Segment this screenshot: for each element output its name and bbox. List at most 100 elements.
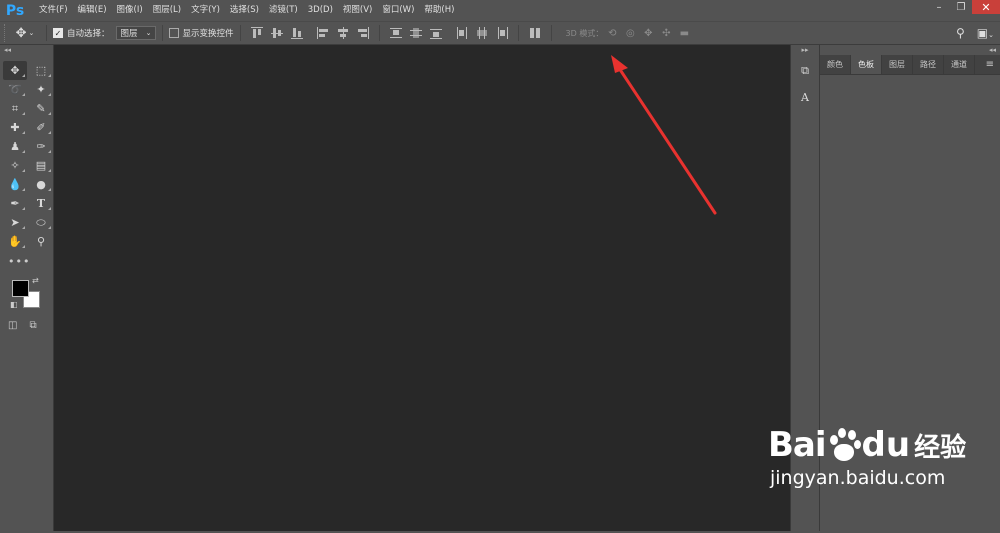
distribute-top-icon[interactable]: [389, 27, 402, 39]
distribute-bottom-icon[interactable]: [429, 27, 442, 39]
panel-tabs: 颜色 色板 图层 路径 通道 ≡: [820, 55, 1000, 75]
screen-mode-icon[interactable]: ⧉: [29, 320, 36, 331]
hand-tool-icon[interactable]: ✋: [3, 232, 27, 251]
tools-panel: ◂◂ ✥ ⬚ ➰ ✦ ⌗ ✎ ✚ ✐ ♟ ✑ ✧ ▤ 💧 ● ✒ T ➤ ⬭ ✋…: [0, 45, 54, 531]
eraser-tool-icon[interactable]: ✧: [3, 156, 27, 175]
character-panel-icon[interactable]: A: [794, 87, 816, 107]
watermark-logo: Bai du 经验: [768, 425, 998, 465]
3d-pan-icon[interactable]: ✥: [641, 26, 655, 40]
window-controls: – ❐ ✕: [928, 0, 1000, 14]
show-transform-checkbox[interactable]: [168, 28, 179, 38]
properties-panel-icon[interactable]: ⧉: [794, 61, 816, 81]
3d-camera-icon[interactable]: ▬: [677, 26, 691, 40]
lasso-tool-icon[interactable]: ➰: [3, 80, 27, 99]
quick-mask-icon[interactable]: ◫: [8, 320, 17, 331]
search-icon[interactable]: ⚲: [956, 26, 965, 40]
tab-channels[interactable]: 通道: [944, 55, 975, 74]
menu-file[interactable]: 文件(F): [34, 0, 73, 21]
menu-view[interactable]: 视图(V): [338, 0, 377, 21]
auto-select-label: 自动选择：: [67, 29, 110, 39]
tab-color[interactable]: 颜色: [820, 55, 851, 74]
zoom-tool-icon[interactable]: ⚲: [29, 232, 53, 251]
menu-layer[interactable]: 图层(L): [148, 0, 186, 21]
3d-orbit-icon[interactable]: ⟲: [605, 26, 619, 40]
foreground-color-swatch[interactable]: [12, 280, 29, 297]
blur-tool-icon[interactable]: 💧: [3, 175, 27, 194]
watermark-brand-a: Bai: [768, 425, 827, 465]
menu-window[interactable]: 窗口(W): [377, 0, 419, 21]
3d-roll-icon[interactable]: ◎: [623, 26, 637, 40]
menu-items: 文件(F) 编辑(E) 图像(I) 图层(L) 文字(Y) 选择(S) 滤镜(T…: [34, 0, 459, 21]
tab-layers[interactable]: 图层: [882, 55, 913, 74]
brush-tool-icon[interactable]: ✐: [29, 118, 53, 137]
divider: [517, 25, 519, 41]
menu-edit[interactable]: 编辑(E): [73, 0, 112, 21]
options-bar: ✥ ⌄ ✓ 自动选择： 图层 ⌄ 显示变换控件 3D 模式： ⟲ ◎ ✥ ✣ ▬…: [0, 21, 1000, 45]
menu-select[interactable]: 选择(S): [225, 0, 264, 21]
watermark-brand-cn: 经验: [914, 432, 967, 463]
gradient-tool-icon[interactable]: ▤: [29, 156, 53, 175]
options-right: ⚲ ▣⌄: [956, 22, 994, 44]
eyedropper-tool-icon[interactable]: ✎: [29, 99, 53, 118]
color-swatches: ⇄ ◧: [10, 276, 46, 312]
distribute-right-icon[interactable]: [496, 27, 508, 39]
menu-type[interactable]: 文字(Y): [186, 0, 225, 21]
magic-wand-tool-icon[interactable]: ✦: [29, 80, 53, 99]
divider: [239, 25, 241, 41]
baidu-paw-icon: [827, 427, 861, 463]
default-colors-icon[interactable]: ◧: [10, 300, 18, 309]
tool-grid: ✥ ⬚ ➰ ✦ ⌗ ✎ ✚ ✐ ♟ ✑ ✧ ▤ 💧 ● ✒ T ➤ ⬭ ✋ ⚲: [0, 61, 53, 251]
workspace-icon[interactable]: ▣⌄: [977, 26, 994, 40]
align-vcenter-icon[interactable]: [270, 27, 283, 39]
menu-filter[interactable]: 滤镜(T): [264, 0, 303, 21]
menu-3d[interactable]: 3D(D): [303, 0, 338, 21]
dodge-tool-icon[interactable]: ●: [29, 175, 53, 194]
baidu-watermark: Bai du 经验 jingyan.baidu.com: [768, 425, 998, 525]
type-tool-icon[interactable]: T: [29, 194, 53, 213]
restore-button[interactable]: ❐: [950, 0, 972, 14]
move-tool-preset-icon[interactable]: ✥ ⌄: [10, 26, 40, 41]
minimize-button[interactable]: –: [928, 0, 950, 14]
collapse-strip-icon[interactable]: ▸▸: [791, 45, 819, 55]
collapse-panel-icon[interactable]: ◂◂: [820, 45, 1000, 55]
align-right-icon[interactable]: [357, 27, 369, 39]
crop-tool-icon[interactable]: ⌗: [3, 99, 27, 118]
path-selection-tool-icon[interactable]: ➤: [3, 213, 27, 232]
ellipse-tool-icon[interactable]: ⬭: [29, 213, 53, 232]
mode-buttons: ◫ ⧉: [8, 320, 53, 331]
watermark-url: jingyan.baidu.com: [770, 467, 946, 489]
more-tools-icon[interactable]: •••: [0, 255, 53, 268]
tab-swatches[interactable]: 色板: [851, 55, 882, 74]
auto-align-icon[interactable]: [529, 27, 541, 39]
annotation-arrow: [611, 55, 717, 215]
pen-tool-icon[interactable]: ✒: [3, 194, 27, 213]
move-tool-icon[interactable]: ✥: [3, 61, 27, 80]
3d-slide-icon[interactable]: ✣: [659, 26, 673, 40]
collapse-toolbar-icon[interactable]: ◂◂: [0, 45, 53, 55]
menu-bar: Ps 文件(F) 编辑(E) 图像(I) 图层(L) 文字(Y) 选择(S) 滤…: [0, 0, 1000, 21]
distribute-vcenter-icon[interactable]: [409, 27, 422, 39]
divider: [161, 25, 163, 41]
divider: [550, 25, 552, 41]
align-bottom-icon[interactable]: [290, 27, 303, 39]
panel-menu-icon[interactable]: ≡: [986, 55, 1000, 74]
document-area[interactable]: [54, 45, 790, 531]
align-left-icon[interactable]: [316, 27, 329, 39]
auto-select-dropdown[interactable]: 图层 ⌄: [115, 26, 156, 40]
distribute-left-icon[interactable]: [456, 27, 468, 39]
tab-paths[interactable]: 路径: [913, 55, 944, 74]
align-top-icon[interactable]: [250, 27, 263, 39]
distribute-hcenter-icon[interactable]: [476, 27, 488, 39]
marquee-tool-icon[interactable]: ⬚: [29, 61, 53, 80]
healing-brush-tool-icon[interactable]: ✚: [3, 118, 27, 137]
close-button[interactable]: ✕: [972, 0, 1000, 14]
3d-mode-label: 3D 模式：: [565, 28, 604, 38]
menu-image[interactable]: 图像(I): [112, 0, 148, 21]
swap-colors-icon[interactable]: ⇄: [32, 276, 39, 285]
clone-stamp-tool-icon[interactable]: ♟: [3, 137, 27, 156]
history-brush-tool-icon[interactable]: ✑: [29, 137, 53, 156]
align-hcenter-icon[interactable]: [337, 27, 349, 39]
auto-select-checkbox[interactable]: ✓: [53, 28, 63, 38]
ps-logo: Ps: [5, 2, 25, 19]
menu-help[interactable]: 帮助(H): [419, 0, 459, 21]
